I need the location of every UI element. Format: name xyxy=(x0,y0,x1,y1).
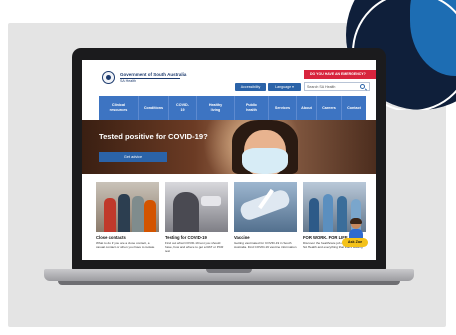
accessibility-button[interactable]: Accessibility xyxy=(235,83,266,91)
nav-item-services[interactable]: Services xyxy=(269,96,297,120)
ask-zoe-button[interactable]: Ask Zoe xyxy=(342,238,368,247)
card-title: Vaccine xyxy=(234,235,250,240)
laptop-foot xyxy=(58,281,400,285)
hero-title: Tested positive for COVID-19? xyxy=(99,132,208,141)
hero-banner: Tested positive for COVID-19? Get advice xyxy=(82,120,376,174)
get-advice-button[interactable]: Get advice xyxy=(99,152,167,162)
card-image xyxy=(234,182,297,232)
nav-item-healthy-living[interactable]: Healthy living xyxy=(197,96,235,120)
site-header: Government of South Australia SA Health … xyxy=(82,60,376,92)
card-description: What to do if you are a close contact, a… xyxy=(96,241,155,249)
nav-item-contact[interactable]: Contact xyxy=(342,96,366,120)
card-title: Testing for COVID-19 xyxy=(165,235,207,240)
nav-item-careers[interactable]: Careers xyxy=(317,96,342,120)
laptop-base xyxy=(44,269,414,281)
feature-cards: Close contacts What to do if you are a c… xyxy=(96,182,366,260)
nav-item-covid-19[interactable]: COVID- 19 xyxy=(169,96,197,120)
nav-item-conditions[interactable]: Conditions xyxy=(139,96,169,120)
agency-name[interactable]: SA Health xyxy=(120,79,136,83)
zoe-avatar-icon[interactable] xyxy=(348,218,364,239)
nav-item-about[interactable]: About xyxy=(297,96,317,120)
card-vaccine[interactable]: Vaccine Getting vaccinated for COVID-19 … xyxy=(234,182,297,260)
nav-item-public-health[interactable]: Public health xyxy=(235,96,269,120)
promo-stage: Government of South Australia SA Health … xyxy=(0,0,456,335)
laptop-screen: Government of South Australia SA Health … xyxy=(82,60,376,260)
card-image xyxy=(165,182,228,232)
emergency-banner-button[interactable]: DO YOU HAVE AN EMERGENCY? xyxy=(304,70,376,79)
main-nav: Clinical resources Conditions COVID- 19 … xyxy=(99,96,366,120)
card-description: Find out what COVID-19 test you should h… xyxy=(165,241,224,253)
card-title: Close contacts xyxy=(96,235,126,240)
government-name[interactable]: Government of South Australia xyxy=(120,72,186,77)
card-close-contacts[interactable]: Close contacts What to do if you are a c… xyxy=(96,182,159,260)
card-image xyxy=(96,182,159,232)
search-icon[interactable] xyxy=(360,84,365,89)
card-testing[interactable]: Testing for COVID-19 Find out what COVID… xyxy=(165,182,228,260)
hero-face-mask-image xyxy=(242,148,288,174)
nav-item-clinical-resources[interactable]: Clinical resources xyxy=(99,96,139,120)
language-button[interactable]: Language ▾ xyxy=(268,83,301,91)
card-description: Getting vaccinated for COVID-19 in South… xyxy=(234,241,297,249)
government-crest-icon[interactable] xyxy=(102,71,115,84)
